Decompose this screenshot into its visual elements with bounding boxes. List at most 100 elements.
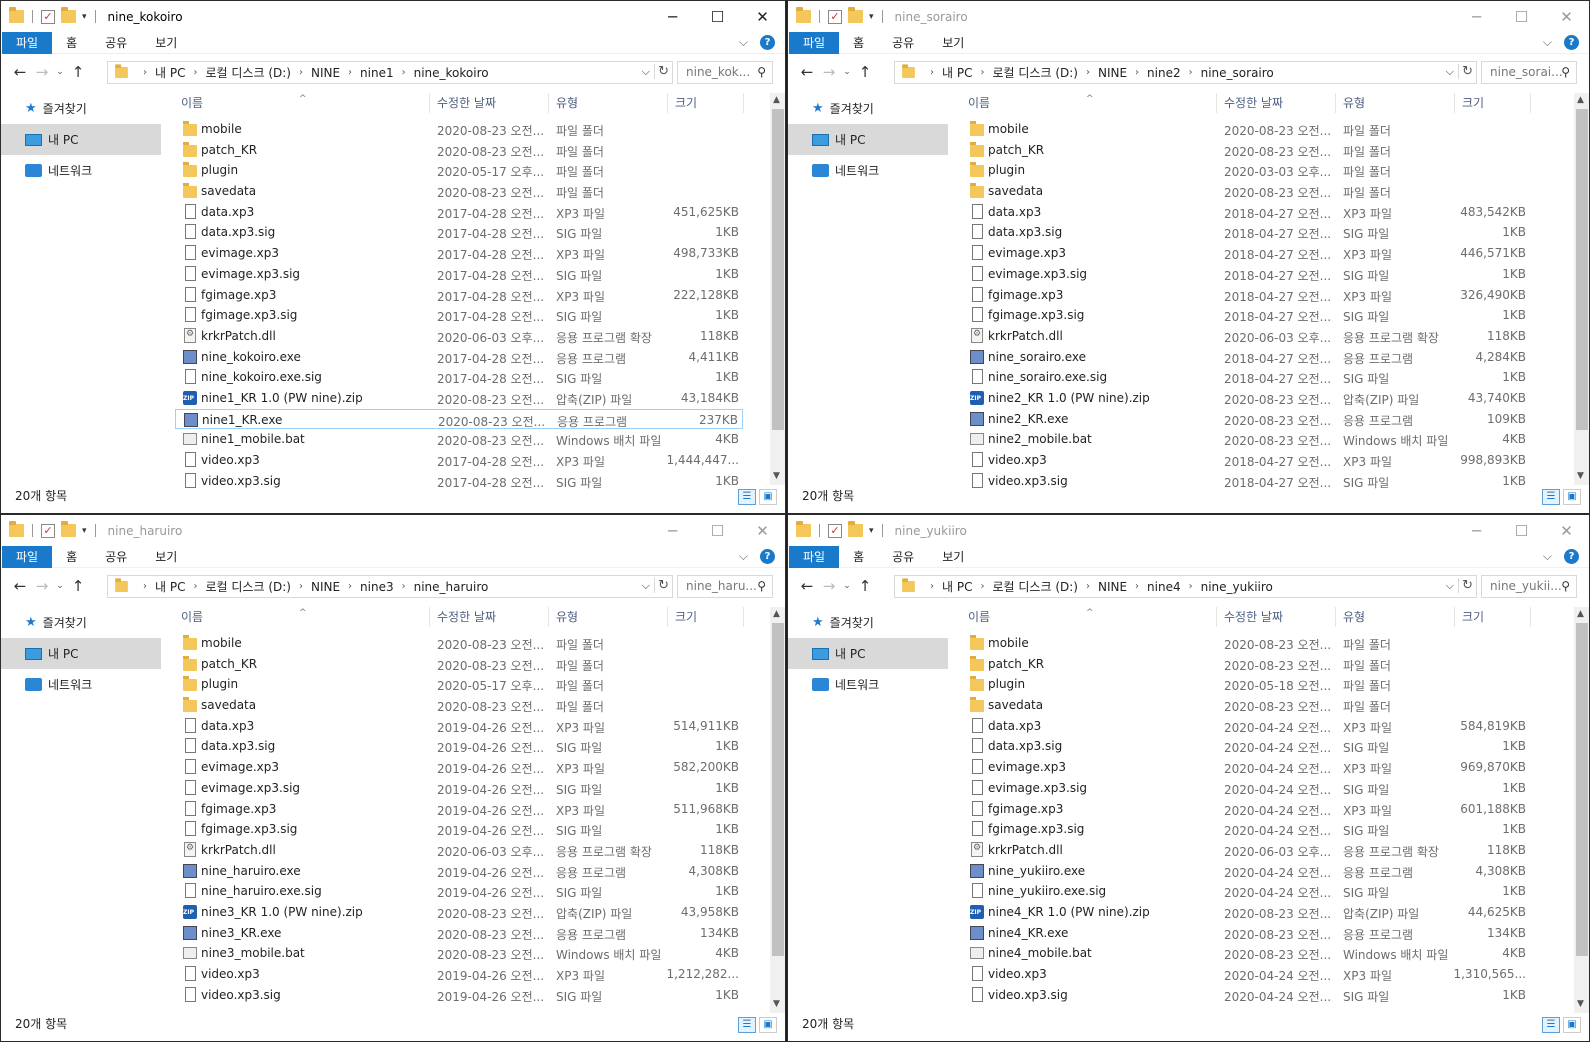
minimize-button[interactable]: ─ [650, 1, 695, 32]
vertical-scrollbar[interactable]: ▲ ▼ [1574, 607, 1589, 1013]
file-row[interactable]: nine_kokoiro.exe 2017-04-28 오전... 응용 프로그램 4… [175, 347, 743, 368]
up-icon[interactable]: ↑ [67, 577, 89, 595]
file-row[interactable]: fgimage.xp3.sig 2019-04-26 오전... SIG 파일 1KB [175, 819, 743, 840]
breadcrumb-separator-icon[interactable]: › [348, 581, 352, 592]
scroll-thumb[interactable] [1576, 109, 1588, 431]
properties-icon[interactable]: ✓ [828, 9, 842, 24]
close-button[interactable]: ✕ [1544, 515, 1589, 546]
file-row[interactable]: plugin 2020-05-18 오전... 파일 폴더 [962, 674, 1530, 695]
breadcrumb-separator-icon[interactable]: › [1135, 67, 1139, 78]
breadcrumb-item[interactable]: nine1 [360, 66, 394, 80]
maximize-button[interactable]: ☐ [695, 1, 740, 32]
breadcrumb-separator-icon[interactable]: › [402, 581, 406, 592]
file-row[interactable]: patch_KR 2020-08-23 오전... 파일 폴더 [962, 140, 1530, 161]
file-row[interactable]: video.xp3.sig 2017-04-28 오전... SIG 파일 1KB [175, 471, 743, 492]
properties-icon[interactable]: ✓ [41, 9, 55, 24]
search-input[interactable]: nine_sorai... ⚲ [1481, 61, 1577, 84]
file-row[interactable]: evimage.xp3 2019-04-26 오전... XP3 파일 582,200… [175, 757, 743, 778]
breadcrumb-separator-icon[interactable]: › [348, 67, 352, 78]
details-view-icon[interactable]: ☰ [738, 489, 756, 505]
file-row[interactable]: evimage.xp3.sig 2019-04-26 오전... SIG 파일 1KB [175, 778, 743, 799]
breadcrumb-item[interactable]: nine4 [1147, 580, 1181, 594]
file-row[interactable]: data.xp3.sig 2020-04-24 오전... SIG 파일 1KB [962, 736, 1530, 757]
nav-item-this-pc[interactable]: 내 PC [1, 638, 161, 669]
scroll-up-icon[interactable]: ▲ [1577, 95, 1584, 105]
breadcrumb-separator-icon[interactable]: › [299, 581, 303, 592]
up-icon[interactable]: ↑ [854, 577, 876, 595]
file-row[interactable]: mobile 2020-08-23 오전... 파일 폴더 [175, 119, 743, 140]
breadcrumb-separator-icon[interactable]: › [193, 581, 197, 592]
file-row[interactable]: evimage.xp3.sig 2020-04-24 오전... SIG 파일 1KB [962, 778, 1530, 799]
column-name[interactable]: 이름 [181, 94, 203, 111]
file-row[interactable]: nine1_KR.exe 2020-08-23 오전... 응용 프로그램 237KB [175, 408, 743, 430]
help-icon[interactable]: ? [760, 549, 775, 564]
file-row[interactable]: video.xp3 2019-04-26 오전... XP3 파일 1,212,282… [175, 964, 743, 985]
file-row[interactable]: mobile 2020-08-23 오전... 파일 폴더 [962, 633, 1530, 654]
vertical-scrollbar[interactable]: ▲ ▼ [770, 93, 785, 485]
file-row[interactable]: fgimage.xp3 2018-04-27 오전... XP3 파일 326,490… [962, 285, 1530, 306]
column-date[interactable]: 수정한 날짜 [1224, 94, 1283, 111]
new-folder-icon[interactable] [848, 521, 863, 537]
file-row[interactable]: mobile 2020-08-23 오전... 파일 폴더 [175, 633, 743, 654]
breadcrumb-separator-icon[interactable]: › [193, 67, 197, 78]
column-type[interactable]: 유형 [556, 608, 578, 625]
address-bar[interactable]: › 내 PC › 로컬 디스크 (D:) › NINE › nine1 › nine_kokoir… [107, 61, 673, 84]
file-row[interactable]: nine2_KR 1.0 (PW nine).zip 2020-08-23 오전.… [962, 388, 1530, 409]
scroll-down-icon[interactable]: ▼ [773, 471, 780, 481]
file-row[interactable]: nine3_mobile.bat 2020-08-23 오전... Windows … [175, 943, 743, 964]
column-divider[interactable] [667, 607, 668, 627]
column-type[interactable]: 유형 [1343, 94, 1365, 111]
breadcrumb-separator-icon[interactable]: › [1189, 67, 1193, 78]
file-row[interactable]: data.xp3 2019-04-26 오전... XP3 파일 514,911KB [175, 716, 743, 737]
properties-icon[interactable]: ✓ [828, 523, 842, 538]
column-divider[interactable] [1216, 93, 1217, 113]
scroll-thumb[interactable] [772, 109, 784, 431]
tab-share[interactable]: 공유 [878, 32, 928, 54]
maximize-button[interactable]: ☐ [695, 515, 740, 546]
file-row[interactable]: nine_yukiiro.exe.sig 2020-04-24 오전... SIG … [962, 881, 1530, 902]
file-row[interactable]: krkrPatch.dll 2020-06-03 오후... 응용 프로그램 확장 1… [962, 326, 1530, 347]
breadcrumb-separator-icon[interactable]: › [143, 581, 147, 592]
search-input[interactable]: nine_kok... ⚲ [677, 61, 773, 84]
file-row[interactable]: mobile 2020-08-23 오전... 파일 폴더 [962, 119, 1530, 140]
file-row[interactable]: patch_KR 2020-08-23 오전... 파일 폴더 [175, 140, 743, 161]
file-row[interactable]: fgimage.xp3.sig 2018-04-27 오전... SIG 파일 1KB [962, 305, 1530, 326]
file-row[interactable]: nine1_mobile.bat 2020-08-23 오전... Windows … [175, 429, 743, 450]
search-input[interactable]: nine_yukii... ⚲ [1481, 575, 1577, 598]
nav-item-favorites[interactable]: ★ 즐겨찾기 [1, 93, 161, 124]
breadcrumb-item[interactable]: nine_kokoiro [414, 66, 489, 80]
back-icon[interactable]: ← [9, 577, 31, 595]
customize-toolbar-icon[interactable]: ▾ [869, 12, 874, 22]
column-size[interactable]: 크기 [675, 94, 697, 111]
scroll-thumb[interactable] [1576, 623, 1588, 956]
breadcrumb-separator-icon[interactable]: › [930, 67, 934, 78]
breadcrumb-item[interactable]: 로컬 디스크 (D:) [205, 578, 290, 595]
tab-view[interactable]: 보기 [928, 32, 978, 54]
breadcrumb-separator-icon[interactable]: › [930, 581, 934, 592]
file-row[interactable]: krkrPatch.dll 2020-06-03 오후... 응용 프로그램 확장 1… [962, 840, 1530, 861]
new-folder-icon[interactable] [61, 7, 76, 23]
expand-ribbon-icon[interactable]: ⌵ [1543, 549, 1552, 564]
breadcrumb-item[interactable]: nine2 [1147, 66, 1181, 80]
recent-locations-icon[interactable]: ⌄ [840, 67, 854, 77]
file-row[interactable]: nine4_KR 1.0 (PW nine).zip 2020-08-23 오전.… [962, 902, 1530, 923]
nav-item-network[interactable]: 네트워크 [788, 669, 948, 700]
column-divider[interactable] [1530, 93, 1531, 113]
refresh-icon[interactable]: ↻ [1458, 64, 1473, 79]
help-icon[interactable]: ? [1564, 35, 1579, 50]
forward-icon[interactable]: → [31, 577, 53, 595]
breadcrumb-item[interactable]: 내 PC [155, 578, 185, 595]
column-divider[interactable] [667, 93, 668, 113]
scroll-up-icon[interactable]: ▲ [773, 95, 780, 105]
file-row[interactable]: video.xp3.sig 2020-04-24 오전... SIG 파일 1KB [962, 985, 1530, 1006]
breadcrumb-item[interactable]: NINE [1098, 66, 1127, 80]
details-view-icon[interactable]: ☰ [1542, 489, 1560, 505]
file-row[interactable]: evimage.xp3.sig 2018-04-27 오전... SIG 파일 1KB [962, 264, 1530, 285]
breadcrumb-separator-icon[interactable]: › [402, 67, 406, 78]
column-divider[interactable] [429, 93, 430, 113]
breadcrumb-item[interactable]: nine_sorairo [1201, 66, 1274, 80]
file-row[interactable]: video.xp3 2020-04-24 오전... XP3 파일 1,310,565… [962, 964, 1530, 985]
file-row[interactable]: video.xp3.sig 2018-04-27 오전... SIG 파일 1KB [962, 471, 1530, 492]
file-row[interactable]: nine_sorairo.exe 2018-04-27 오전... 응용 프로그램 4… [962, 347, 1530, 368]
file-row[interactable]: krkrPatch.dll 2020-06-03 오후... 응용 프로그램 확장 1… [175, 326, 743, 347]
